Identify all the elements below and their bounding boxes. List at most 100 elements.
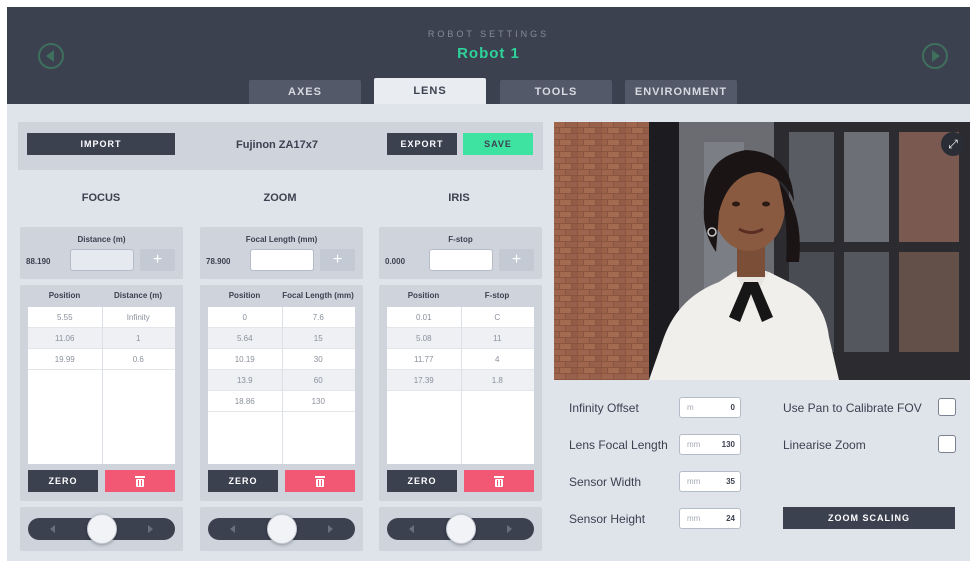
iris-col-fstop: F-stop xyxy=(484,291,510,300)
focus-distance-input[interactable] xyxy=(70,249,134,271)
iris-fstop-field: F-stop 0.000 + xyxy=(379,227,542,279)
table-cell: 60 xyxy=(313,375,323,385)
focus-table-body: 5.55 Infinity 11.06 1 19.99 0.6 xyxy=(28,307,175,464)
table-cell: 0.01 xyxy=(415,312,432,322)
lens-focal-length-unit: mm xyxy=(687,440,701,449)
table-cell: 5.08 xyxy=(415,333,432,343)
chevron-right-icon xyxy=(148,525,153,533)
robot-settings-app: ROBOT SETTINGS Robot 1 AXES LENS TOOLS E… xyxy=(7,7,970,561)
table-cell: 1.8 xyxy=(491,375,503,385)
iris-slider-knob[interactable] xyxy=(446,514,476,544)
sensor-height-value: 24 xyxy=(726,514,735,523)
zoom-zero-button[interactable]: ZERO xyxy=(208,470,278,492)
zoom-table-body: 0 7.6 5.64 15 10.19 30 13.9 60 18.86 130 xyxy=(208,307,355,464)
chevron-right-icon xyxy=(932,50,940,62)
zoom-current-value: 78.900 xyxy=(206,257,231,266)
table-cell: 19.99 xyxy=(54,354,75,364)
focus-field-label: Distance (m) xyxy=(77,235,126,244)
infinity-offset-unit: m xyxy=(687,403,694,412)
focus-zero-button[interactable]: ZERO xyxy=(28,470,98,492)
lens-focal-length-label: Lens Focal Length xyxy=(569,438,668,452)
lens-name: Fujinon ZA17x7 xyxy=(236,139,318,151)
header-subtitle: ROBOT SETTINGS xyxy=(427,29,550,39)
zoom-title: ZOOM xyxy=(263,192,297,204)
focus-title: FOCUS xyxy=(81,192,121,204)
table-cell: 0 xyxy=(242,312,247,322)
table-cell: 130 xyxy=(311,396,325,406)
iris-zero-button[interactable]: ZERO xyxy=(387,470,457,492)
table-cell: 13.9 xyxy=(236,375,253,385)
zoom-focal-input[interactable] xyxy=(250,249,314,271)
iris-field-label: F-stop xyxy=(448,235,473,244)
sensor-width-value: 35 xyxy=(726,477,735,486)
iris-col-position: Position xyxy=(407,291,440,300)
table-cell: 15 xyxy=(313,333,323,343)
lens-focal-length-input[interactable]: mm 130 xyxy=(679,434,741,455)
next-robot-button[interactable] xyxy=(922,43,948,69)
camera-feed-image xyxy=(554,122,970,380)
focus-col-position: Position xyxy=(48,291,81,300)
iris-add-button[interactable]: + xyxy=(499,249,534,271)
focus-slider-box xyxy=(20,507,183,551)
zoom-delete-button[interactable] xyxy=(285,470,355,492)
chevron-right-icon xyxy=(328,525,333,533)
table-cell: 5.55 xyxy=(56,312,73,322)
table-cell: 11.06 xyxy=(55,333,75,343)
expand-icon[interactable]: ⤢ xyxy=(941,132,965,156)
trash-icon xyxy=(135,475,145,487)
camera-preview[interactable]: ⤢ xyxy=(554,122,970,380)
linearise-zoom-checkbox[interactable] xyxy=(938,435,956,453)
tab-lens[interactable]: LENS xyxy=(374,78,486,104)
header: ROBOT SETTINGS Robot 1 AXES LENS TOOLS E… xyxy=(7,7,970,104)
save-button[interactable]: SAVE xyxy=(463,133,533,155)
focus-slider[interactable] xyxy=(28,514,175,544)
zoom-slider-box xyxy=(200,507,363,551)
focus-delete-button[interactable] xyxy=(105,470,175,492)
table-cell: 30 xyxy=(313,354,323,364)
table-cell: 18.86 xyxy=(234,396,255,406)
table-cell: Infinity xyxy=(126,312,150,322)
import-button[interactable]: IMPORT xyxy=(27,133,175,155)
tab-environment[interactable]: ENVIRONMENT xyxy=(625,80,737,104)
zoom-slider-knob[interactable] xyxy=(267,514,297,544)
linearise-zoom-label: Linearise Zoom xyxy=(783,438,866,452)
zoom-slider[interactable] xyxy=(208,514,355,544)
chevron-right-icon xyxy=(507,525,512,533)
table-cell: 17.39 xyxy=(413,375,434,385)
use-pan-calibrate-checkbox[interactable] xyxy=(938,398,956,416)
iris-slider-box xyxy=(379,507,542,551)
tab-axes[interactable]: AXES xyxy=(249,80,361,104)
zoom-table: Position Focal Length (mm) 0 7.6 5.64 15 1… xyxy=(200,285,363,501)
focus-slider-knob[interactable] xyxy=(87,514,117,544)
sensor-height-unit: mm xyxy=(687,514,701,523)
focus-add-button[interactable]: + xyxy=(140,249,175,271)
table-cell: 7.6 xyxy=(312,312,324,322)
zoom-scaling-button[interactable]: ZOOM SCALING xyxy=(783,507,955,529)
iris-current-value: 0.000 xyxy=(385,257,406,266)
iris-slider[interactable] xyxy=(387,514,534,544)
infinity-offset-label: Infinity Offset xyxy=(569,401,639,415)
export-button[interactable]: EXPORT xyxy=(387,133,457,155)
sensor-width-label: Sensor Width xyxy=(569,475,642,489)
zoom-col-position: Position xyxy=(228,291,261,300)
focus-table: Position Distance (m) 5.55 Infinity 11.06… xyxy=(20,285,183,501)
zoom-col-focal: Focal Length (mm) xyxy=(282,291,354,300)
tab-tools[interactable]: TOOLS xyxy=(500,80,612,104)
sensor-height-input[interactable]: mm 24 xyxy=(679,508,741,529)
table-cell: 5.64 xyxy=(236,333,253,343)
infinity-offset-input[interactable]: m 0 xyxy=(679,397,741,418)
table-cell: 4 xyxy=(495,354,500,364)
table-cell: 10.19 xyxy=(234,354,255,364)
table-cell: 11 xyxy=(493,333,502,343)
iris-delete-button[interactable] xyxy=(464,470,534,492)
focus-current-value: 88.190 xyxy=(26,257,51,266)
lens-focal-length-value: 130 xyxy=(721,440,735,449)
table-cell: 0.6 xyxy=(132,354,144,364)
use-pan-calibrate-label: Use Pan to Calibrate FOV xyxy=(783,401,922,415)
iris-title: IRIS xyxy=(448,192,470,204)
sensor-width-input[interactable]: mm 35 xyxy=(679,471,741,492)
sensor-height-label: Sensor Height xyxy=(569,512,646,526)
zoom-add-button[interactable]: + xyxy=(320,249,355,271)
plus-icon: + xyxy=(332,251,343,268)
iris-fstop-input[interactable] xyxy=(429,249,493,271)
